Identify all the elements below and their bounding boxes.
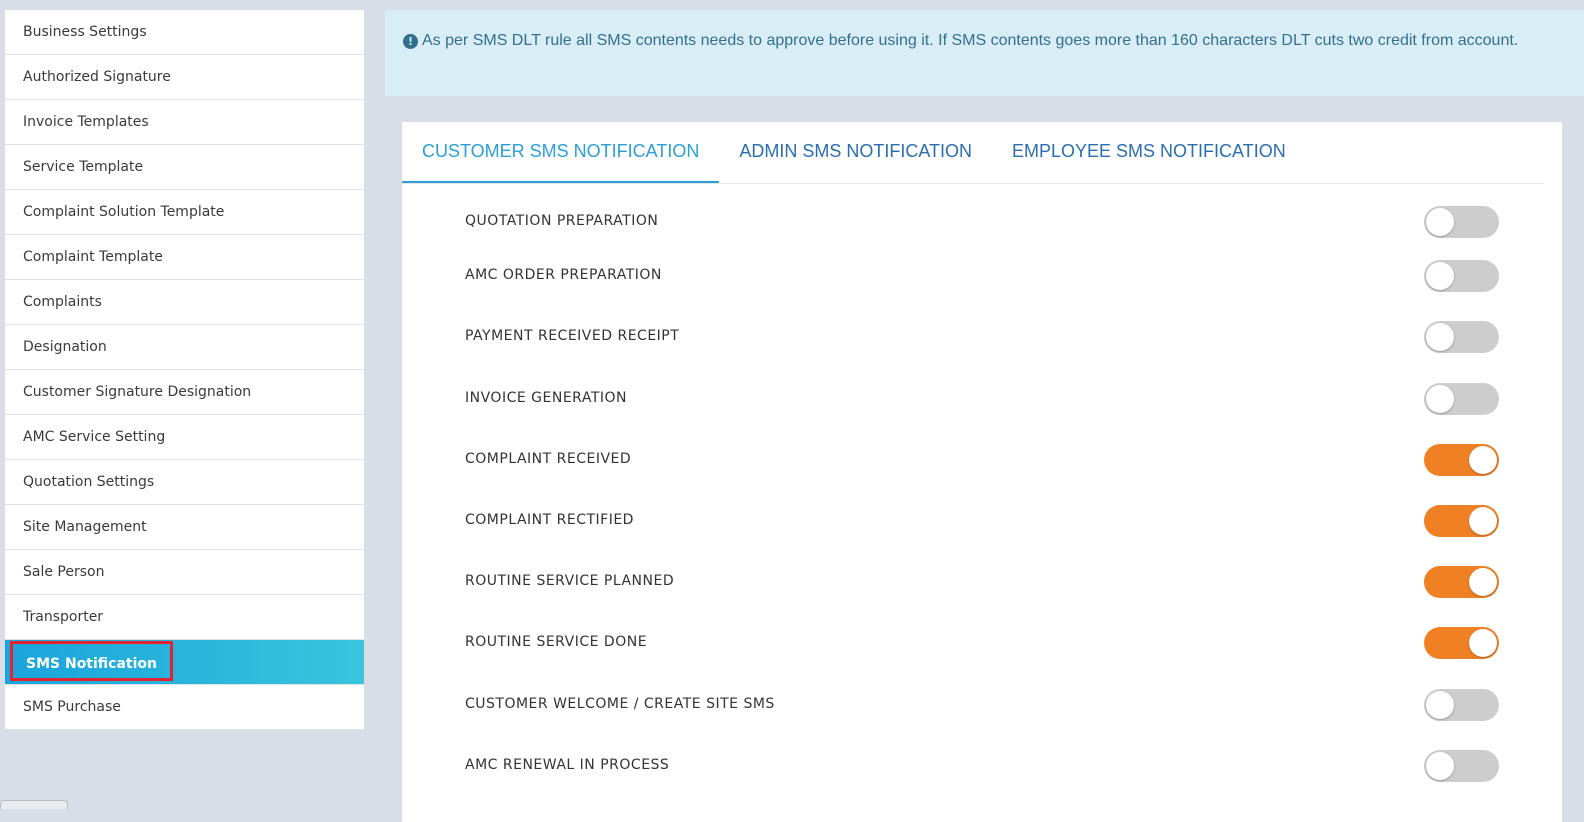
sidebar-item-complaints[interactable]: Complaints	[5, 280, 364, 325]
sms-notification-panel: CUSTOMER SMS NOTIFICATION ADMIN SMS NOTI…	[402, 122, 1562, 822]
notification-row-quotation-preparation: QUOTATION PREPARATION	[402, 184, 1562, 245]
quotation-preparation-toggle[interactable]	[1424, 206, 1499, 238]
notification-label: INVOICE GENERATION	[465, 389, 627, 406]
invoice-generation-toggle[interactable]	[1424, 382, 1499, 415]
notification-row-invoice-generation: INVOICE GENERATION	[402, 368, 1562, 429]
amc-renewal-in-process-toggle[interactable]	[1424, 749, 1499, 782]
sidebar-item-complaint-solution-template[interactable]: Complaint Solution Template	[5, 190, 364, 235]
notification-row-amc-renewal-in-process: AMC RENEWAL IN PROCESS	[402, 735, 1562, 796]
sidebar-item-authorized-signature[interactable]: Authorized Signature	[5, 55, 364, 100]
notification-row-customer-welcome: CUSTOMER WELCOME / CREATE SITE SMS	[402, 674, 1562, 735]
notification-tabs: CUSTOMER SMS NOTIFICATION ADMIN SMS NOTI…	[402, 122, 1544, 184]
notification-row-routine-service-planned: ROUTINE SERVICE PLANNED	[402, 551, 1562, 612]
sidebar-item-label: Service Template	[23, 159, 144, 175]
notification-row-routine-service-done: ROUTINE SERVICE DONE	[402, 612, 1562, 673]
notification-label: COMPLAINT RECTIFIED	[465, 511, 634, 528]
sidebar-item-label: Authorized Signature	[23, 69, 171, 85]
toggle-knob	[1426, 208, 1454, 236]
sidebar-item-service-template[interactable]: Service Template	[5, 145, 364, 190]
tab-admin-sms-notification[interactable]: ADMIN SMS NOTIFICATION	[719, 122, 992, 183]
settings-sidebar: Business Settings Authorized Signature I…	[5, 10, 364, 729]
sidebar-item-label: Complaints	[23, 294, 102, 310]
sidebar-item-label: Complaint Solution Template	[23, 204, 225, 220]
amc-order-preparation-toggle[interactable]	[1424, 260, 1499, 293]
notification-row-complaint-received: COMPLAINT RECEIVED	[402, 429, 1562, 490]
notification-label: ROUTINE SERVICE PLANNED	[465, 573, 675, 590]
sidebar-item-label: Business Settings	[23, 24, 147, 40]
sidebar-item-label: Customer Signature Designation	[23, 384, 252, 400]
notification-label: COMPLAINT RECEIVED	[465, 450, 632, 467]
sidebar-item-complaint-template[interactable]: Complaint Template	[5, 235, 364, 280]
sidebar-item-site-management[interactable]: Site Management	[5, 505, 364, 550]
tab-customer-sms-notification[interactable]: CUSTOMER SMS NOTIFICATION	[402, 122, 720, 183]
sidebar-item-sms-purchase[interactable]: SMS Purchase	[5, 685, 364, 729]
notification-label: ROUTINE SERVICE DONE	[465, 634, 648, 651]
sidebar-item-label: Sale Person	[23, 564, 105, 580]
sidebar-item-label: Quotation Settings	[23, 474, 155, 490]
sidebar-item-label: Designation	[23, 339, 107, 355]
sidebar-item-business-settings[interactable]: Business Settings	[5, 10, 364, 55]
notification-list: QUOTATION PREPARATION AMC ORDER PREPARAT…	[402, 184, 1562, 796]
tab-employee-sms-notification[interactable]: EMPLOYEE SMS NOTIFICATION	[992, 122, 1306, 183]
toggle-knob	[1426, 751, 1454, 780]
sidebar-item-sale-person[interactable]: Sale Person	[5, 550, 364, 595]
notification-row-amc-order-preparation: AMC ORDER PREPARATION	[402, 245, 1562, 306]
notification-label: AMC ORDER PREPARATION	[465, 267, 662, 284]
sidebar-item-designation[interactable]: Designation	[5, 325, 364, 370]
toggle-knob	[1469, 629, 1497, 658]
sidebar-item-label: Site Management	[23, 519, 147, 535]
routine-service-planned-toggle[interactable]	[1424, 566, 1499, 599]
notification-label: PAYMENT RECEIVED RECEIPT	[465, 328, 680, 345]
alert-text: As per SMS DLT rule all SMS contents nee…	[422, 32, 1519, 49]
sidebar-item-label: Invoice Templates	[23, 114, 149, 130]
horizontal-scrollbar[interactable]	[0, 800, 68, 809]
sidebar-item-label: SMS Notification	[10, 641, 173, 681]
exclamation-circle-icon: !	[403, 34, 418, 49]
toggle-knob	[1469, 506, 1497, 535]
customer-welcome-toggle[interactable]	[1424, 688, 1499, 721]
sidebar-item-quotation-settings[interactable]: Quotation Settings	[5, 460, 364, 505]
notification-label: AMC RENEWAL IN PROCESS	[465, 756, 670, 773]
toggle-knob	[1426, 323, 1454, 352]
toggle-knob	[1426, 262, 1454, 291]
toggle-knob	[1426, 384, 1454, 413]
sidebar-item-invoice-templates[interactable]: Invoice Templates	[5, 100, 364, 145]
sidebar-item-sms-notification[interactable]: SMS Notification	[5, 640, 364, 685]
sidebar-item-label: Transporter	[23, 609, 104, 625]
toggle-knob	[1426, 690, 1454, 719]
sidebar-item-label: Complaint Template	[23, 249, 163, 265]
toggle-knob	[1469, 568, 1497, 597]
routine-service-done-toggle[interactable]	[1424, 627, 1499, 660]
notification-label: CUSTOMER WELCOME / CREATE SITE SMS	[465, 695, 775, 712]
dlt-info-alert: ! As per SMS DLT rule all SMS contents ne…	[385, 10, 1584, 96]
notification-row-payment-received-receipt: PAYMENT RECEIVED RECEIPT	[402, 306, 1562, 367]
sidebar-item-transporter[interactable]: Transporter	[5, 595, 364, 640]
notification-row-complaint-rectified: COMPLAINT RECTIFIED	[402, 490, 1562, 551]
toggle-knob	[1469, 445, 1497, 474]
sidebar-item-label: SMS Purchase	[23, 699, 121, 715]
sidebar-item-label: AMC Service Setting	[23, 429, 166, 445]
payment-received-receipt-toggle[interactable]	[1424, 321, 1499, 354]
complaint-rectified-toggle[interactable]	[1424, 504, 1499, 537]
sidebar-item-customer-signature-designation[interactable]: Customer Signature Designation	[5, 370, 364, 415]
complaint-received-toggle[interactable]	[1424, 443, 1499, 476]
sidebar-item-amc-service-setting[interactable]: AMC Service Setting	[5, 415, 364, 460]
